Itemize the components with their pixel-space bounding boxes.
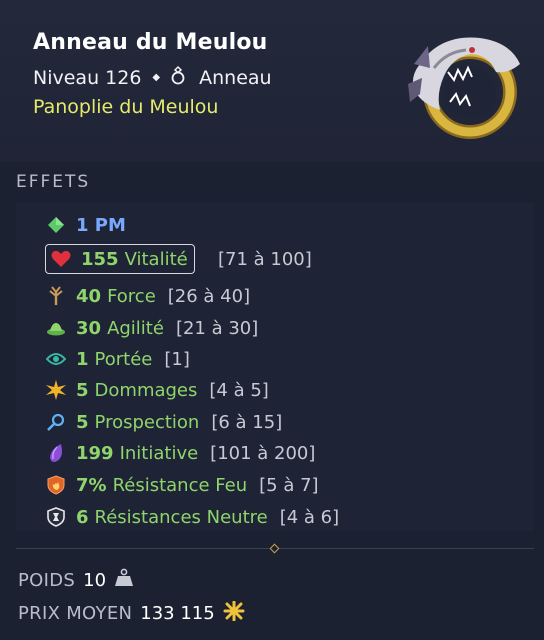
weight-value: 10 — [83, 570, 107, 591]
effect-range: [6 à 15] — [211, 411, 283, 433]
weight-icon — [114, 568, 134, 593]
effect-value: 5 — [76, 411, 89, 433]
effect-range: [71 à 100] — [218, 248, 312, 270]
effect-row-strength: 40 Force [26 à 40] — [46, 283, 250, 309]
effect-label: Résistance Feu — [112, 474, 248, 496]
weight-row: POIDS 10 — [18, 568, 134, 593]
pm-icon — [46, 215, 66, 235]
effect-value: 40 — [76, 285, 102, 307]
effect-value: 7% — [76, 474, 107, 496]
effect-label: Résistances Neutre — [94, 506, 268, 528]
effect-label: Agilité — [107, 317, 164, 339]
effect-range: [1] — [164, 348, 190, 370]
ring-type-icon — [171, 65, 185, 90]
effects-section-title: EFFETS — [16, 172, 91, 192]
item-meta: Niveau 126 ◆ Anneau — [33, 65, 272, 90]
effect-range: [4 à 6] — [279, 506, 340, 528]
effect-row-agility: 30 Agilité [21 à 30] — [46, 315, 258, 341]
item-image-icon — [400, 24, 528, 142]
item-header: Anneau du Meulou Niveau 126 ◆ Anneau Pan… — [0, 0, 544, 162]
effect-label: Vitalité — [124, 248, 188, 270]
neutral-resistance-icon — [46, 507, 66, 527]
effect-range: [21 à 30] — [175, 317, 259, 339]
effect-value: 1 — [76, 348, 89, 370]
effect-row-range: 1 Portée [1] — [46, 346, 190, 372]
item-name: Anneau du Meulou — [33, 30, 268, 55]
effect-range-vitality: [71 à 100] — [218, 246, 312, 272]
item-level: Niveau 126 — [33, 66, 142, 89]
effect-row-neutral-resistance: 6 Résistances Neutre [4 à 6] — [46, 504, 339, 530]
separator-dot-icon: ◆ — [152, 72, 161, 83]
effect-value: 1 PM — [76, 214, 126, 236]
effect-value: 5 — [76, 379, 89, 401]
effect-row-prospecting: 5 Prospection [6 à 15] — [46, 409, 282, 435]
damage-burst-icon — [46, 380, 66, 400]
average-price-row: PRIX MOYEN 133 115 — [18, 600, 245, 626]
average-price-value: 133 115 — [140, 603, 215, 624]
effect-range: [5 à 7] — [259, 474, 319, 496]
effect-value: 30 — [76, 317, 102, 339]
effect-label: Dommages — [94, 379, 198, 401]
effect-row-pm: 1 PM — [46, 212, 132, 238]
effect-value: 155 — [81, 248, 119, 270]
vitality-heart-icon — [51, 249, 71, 269]
effect-row-fire-resistance: 7% Résistance Feu [5 à 7] — [46, 472, 319, 498]
effect-range: [26 à 40] — [167, 285, 251, 307]
effect-value: 199 — [76, 442, 114, 464]
item-type: Anneau — [199, 66, 272, 89]
agility-icon — [46, 318, 66, 338]
effect-row-initiative: 199 Initiative [101 à 200] — [46, 440, 315, 466]
strength-icon — [46, 286, 66, 306]
effect-range: [101 à 200] — [210, 442, 316, 464]
effect-label: Portée — [94, 348, 153, 370]
effect-row-vitality[interactable]: 155 Vitalité — [45, 244, 195, 274]
effect-range: [4 à 5] — [209, 379, 269, 401]
effect-label: Initiative — [119, 442, 199, 464]
fire-resistance-icon — [46, 475, 66, 495]
effect-row-damage: 5 Dommages [4 à 5] — [46, 377, 269, 403]
effect-label: Force — [107, 285, 156, 307]
kamas-currency-icon — [223, 600, 245, 626]
average-price-label: PRIX MOYEN — [18, 603, 133, 624]
effect-value: 6 — [76, 506, 89, 528]
prospecting-magnifier-icon — [46, 412, 66, 432]
initiative-icon — [46, 443, 66, 463]
effect-label: Prospection — [94, 411, 200, 433]
item-set-link[interactable]: Panoplie du Meulou — [33, 96, 218, 118]
weight-label: POIDS — [18, 570, 76, 591]
range-eye-icon — [46, 349, 66, 369]
